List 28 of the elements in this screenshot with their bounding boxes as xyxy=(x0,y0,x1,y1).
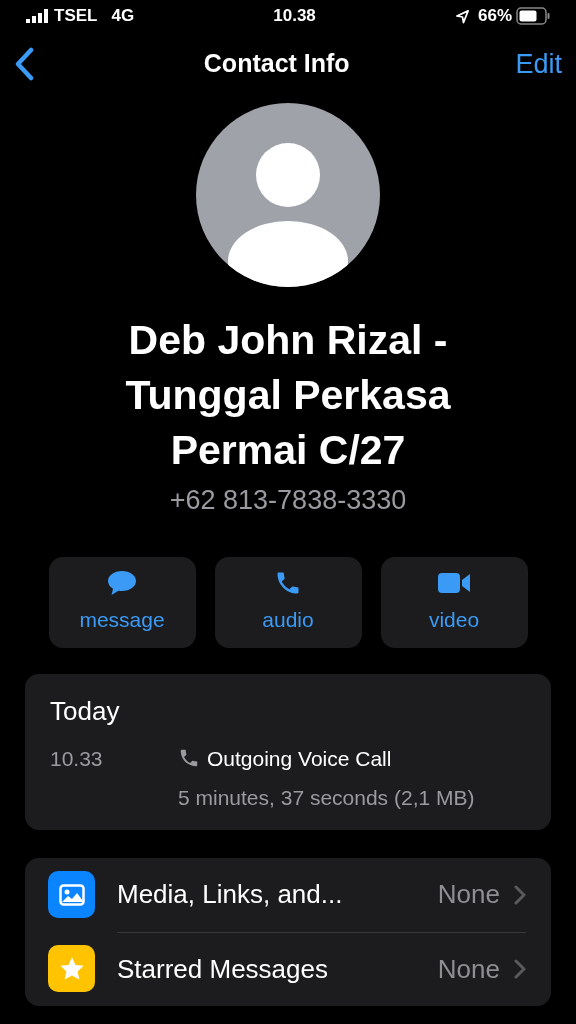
clock-text: 10.38 xyxy=(273,5,316,28)
list-row[interactable]: Starred Messages None xyxy=(25,931,551,1006)
battery-percent-text: 66% xyxy=(477,5,512,28)
video-action-button[interactable]: video xyxy=(380,556,528,648)
screen-title: Contact Info xyxy=(203,48,350,80)
row-value: None xyxy=(437,952,500,986)
audio-action-button[interactable]: audio xyxy=(214,556,362,648)
call-detail: 5 minutes, 37 seconds (2,1 MB) xyxy=(178,785,475,811)
row-label: Starred Messages xyxy=(117,952,329,986)
call-type: Outgoing Voice Call xyxy=(207,745,392,772)
chevron-icon xyxy=(514,959,526,979)
video-camera-icon xyxy=(437,571,471,596)
chevron-icon xyxy=(514,884,526,905)
back-chevron-icon xyxy=(14,47,34,81)
list-row[interactable]: Media, Links, and... None xyxy=(25,857,551,932)
location-arrow-icon xyxy=(454,8,470,24)
row-value: None xyxy=(437,878,500,911)
phone-number: +62 813-7838-3330 xyxy=(169,484,407,517)
carrier-text: TSEL xyxy=(54,5,98,28)
network-text: 4G xyxy=(111,5,135,28)
battery-icon xyxy=(516,7,550,25)
date-heading: Today xyxy=(50,694,121,728)
edit-button[interactable]: Edit xyxy=(515,43,562,85)
signal-icon xyxy=(26,9,48,23)
contact-name: Deb John Rizal - Tunggal Perkasa Permai C/27 xyxy=(124,316,452,475)
row-label: Media, Links, and... xyxy=(117,878,344,911)
call-time: 10.33 xyxy=(50,745,104,772)
message-action-button[interactable]: message xyxy=(48,556,196,648)
